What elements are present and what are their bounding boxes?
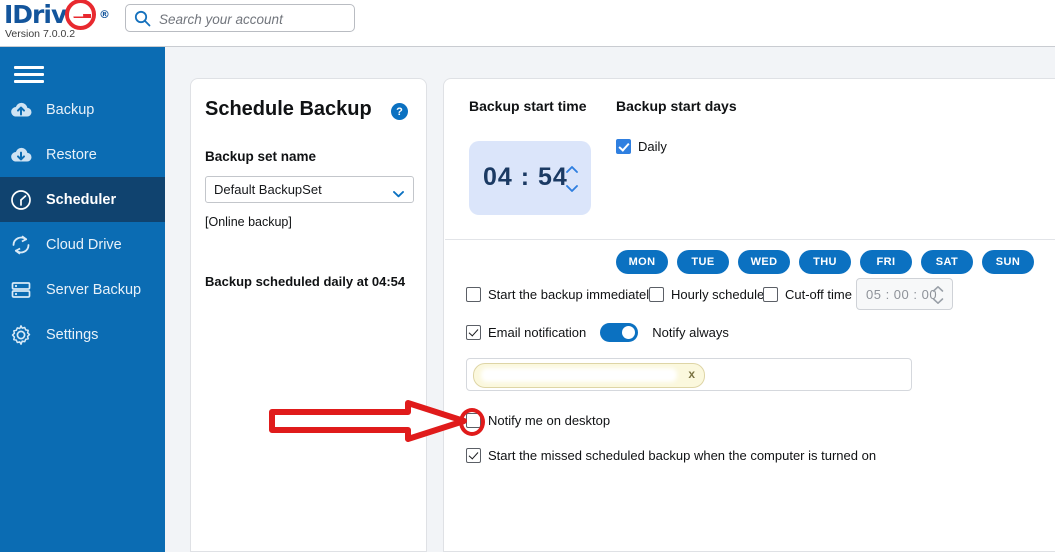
start-immediately-label: Start the backup immediately — [488, 287, 656, 302]
email-notification-label: Email notification — [488, 325, 587, 340]
server-icon — [8, 277, 34, 303]
missed-backup-label: Start the missed scheduled backup when t… — [488, 448, 877, 463]
hourly-schedule-checkbox[interactable] — [649, 287, 664, 302]
email-recipients-field[interactable]: x — [466, 358, 912, 391]
idrive-logo: IDriv e ® — [4, 0, 119, 30]
sidebar-item-label: Server Backup — [46, 281, 142, 298]
sidebar-item-server-backup[interactable]: Server Backup — [0, 267, 165, 312]
sidebar-item-label: Cloud Drive — [46, 236, 122, 253]
backup-set-name-label: Backup set name — [205, 149, 317, 164]
email-recipient-chip[interactable]: x — [473, 363, 705, 388]
cutoff-time-row[interactable]: Cut-off time — [763, 287, 852, 302]
start-immediately-row[interactable]: Start the backup immediately — [466, 287, 656, 302]
sidebar-item-label: Scheduler — [46, 191, 117, 208]
daily-checkbox[interactable] — [616, 139, 631, 154]
day-pill-tue[interactable]: TUE — [677, 250, 729, 274]
start-immediately-checkbox[interactable] — [466, 287, 481, 302]
logo-text-part: IDriv — [4, 0, 67, 29]
remove-recipient-icon[interactable]: x — [688, 367, 695, 381]
sidebar-item-label: Backup — [46, 101, 95, 118]
search-box[interactable] — [125, 4, 355, 33]
sync-icon — [8, 232, 34, 258]
logo-wordmark: IDriv e ® — [4, 0, 119, 30]
schedule-backup-panel: Schedule Backup ? Backup set name Defaul… — [190, 78, 427, 552]
section-divider — [445, 239, 1055, 240]
cutoff-time-value: 05 : 00 : 00 — [866, 287, 938, 302]
gear-icon — [8, 322, 34, 348]
idrive-app-window: IDriv e ® Version 7.0.0.2 Search your ac… — [0, 0, 1055, 552]
backup-start-days-title: Backup start days — [616, 98, 737, 114]
cutoff-time-label: Cut-off time — [785, 287, 852, 302]
sidebar-item-label: Restore — [46, 146, 97, 163]
sidebar-item-scheduler[interactable]: Scheduler — [0, 177, 165, 222]
notify-always-toggle[interactable] — [600, 323, 639, 342]
page-title: Schedule Backup — [205, 98, 372, 120]
schedule-summary-text: Backup scheduled daily at 04:54 — [205, 274, 406, 289]
notify-always-label: Notify always — [652, 325, 729, 340]
daily-checkbox-row[interactable]: Daily — [616, 139, 667, 154]
logo-e-letter: e — [68, 0, 84, 28]
day-pill-thu[interactable]: THU — [799, 250, 851, 274]
app-header: IDriv e ® Version 7.0.0.2 — [0, 0, 1055, 47]
cloud-download-icon — [8, 142, 34, 168]
day-pill-sat[interactable]: SAT — [921, 250, 973, 274]
day-pill-fri[interactable]: FRI — [860, 250, 912, 274]
cloud-upload-icon — [8, 97, 34, 123]
chevron-down-icon — [393, 185, 404, 198]
search-icon — [134, 10, 151, 27]
backup-start-time-title: Backup start time — [469, 98, 587, 114]
hourly-schedule-label: Hourly schedule — [671, 287, 765, 302]
time-stepper-arrows-icon[interactable] — [565, 163, 579, 195]
sidebar-item-settings[interactable]: Settings — [0, 312, 165, 357]
email-notification-row[interactable]: Email notification Notify always — [466, 323, 729, 342]
day-pill-wed[interactable]: WED — [738, 250, 790, 274]
sidebar-item-cloud-drive[interactable]: Cloud Drive — [0, 222, 165, 267]
sidebar-item-restore[interactable]: Restore — [0, 132, 165, 177]
notify-me-on-desktop-checkbox[interactable] — [466, 413, 481, 428]
schedule-settings-panel: Backup start time Backup start days 04 :… — [443, 78, 1055, 552]
backup-start-time-value: 04 : 54 — [483, 163, 568, 191]
notify-desktop-label: Notify me on desktop — [488, 413, 611, 428]
help-icon[interactable]: ? — [391, 103, 408, 120]
notify-desktop-row[interactable]: Notify me on desktop — [466, 413, 610, 428]
online-backup-tag: [Online backup] — [205, 215, 292, 229]
missed-backup-checkbox[interactable] — [466, 448, 481, 463]
sidebar-item-label: Settings — [46, 326, 99, 343]
logo-registered-mark: ® — [99, 8, 110, 21]
email-recipient-redacted-text — [481, 368, 677, 382]
day-pill-mon[interactable]: MON — [616, 250, 668, 274]
sidebar-item-backup[interactable]: Backup — [0, 87, 165, 132]
version-label: Version 7.0.0.2 — [5, 28, 76, 40]
hourly-schedule-row[interactable]: Hourly schedule — [649, 287, 764, 302]
cutoff-time-spinner[interactable]: 05 : 00 : 00 — [856, 278, 953, 310]
missed-backup-row[interactable]: Start the missed scheduled backup when t… — [466, 448, 876, 463]
search-input[interactable] — [157, 5, 351, 33]
backup-set-select[interactable]: Default BackupSet — [205, 176, 414, 203]
daily-label: Daily — [638, 139, 667, 154]
day-pill-sun[interactable]: SUN — [982, 250, 1034, 274]
backup-start-time-spinner[interactable]: 04 : 54 — [469, 141, 591, 215]
cutoff-stepper-arrows-icon[interactable] — [932, 285, 944, 305]
sidebar: Backup Restore Scheduler Cloud Drive Ser… — [0, 47, 165, 552]
backup-set-selected-value: Default BackupSet — [214, 182, 322, 197]
email-notification-checkbox[interactable] — [466, 325, 481, 340]
clock-icon — [8, 187, 34, 213]
cutoff-time-checkbox[interactable] — [763, 287, 778, 302]
